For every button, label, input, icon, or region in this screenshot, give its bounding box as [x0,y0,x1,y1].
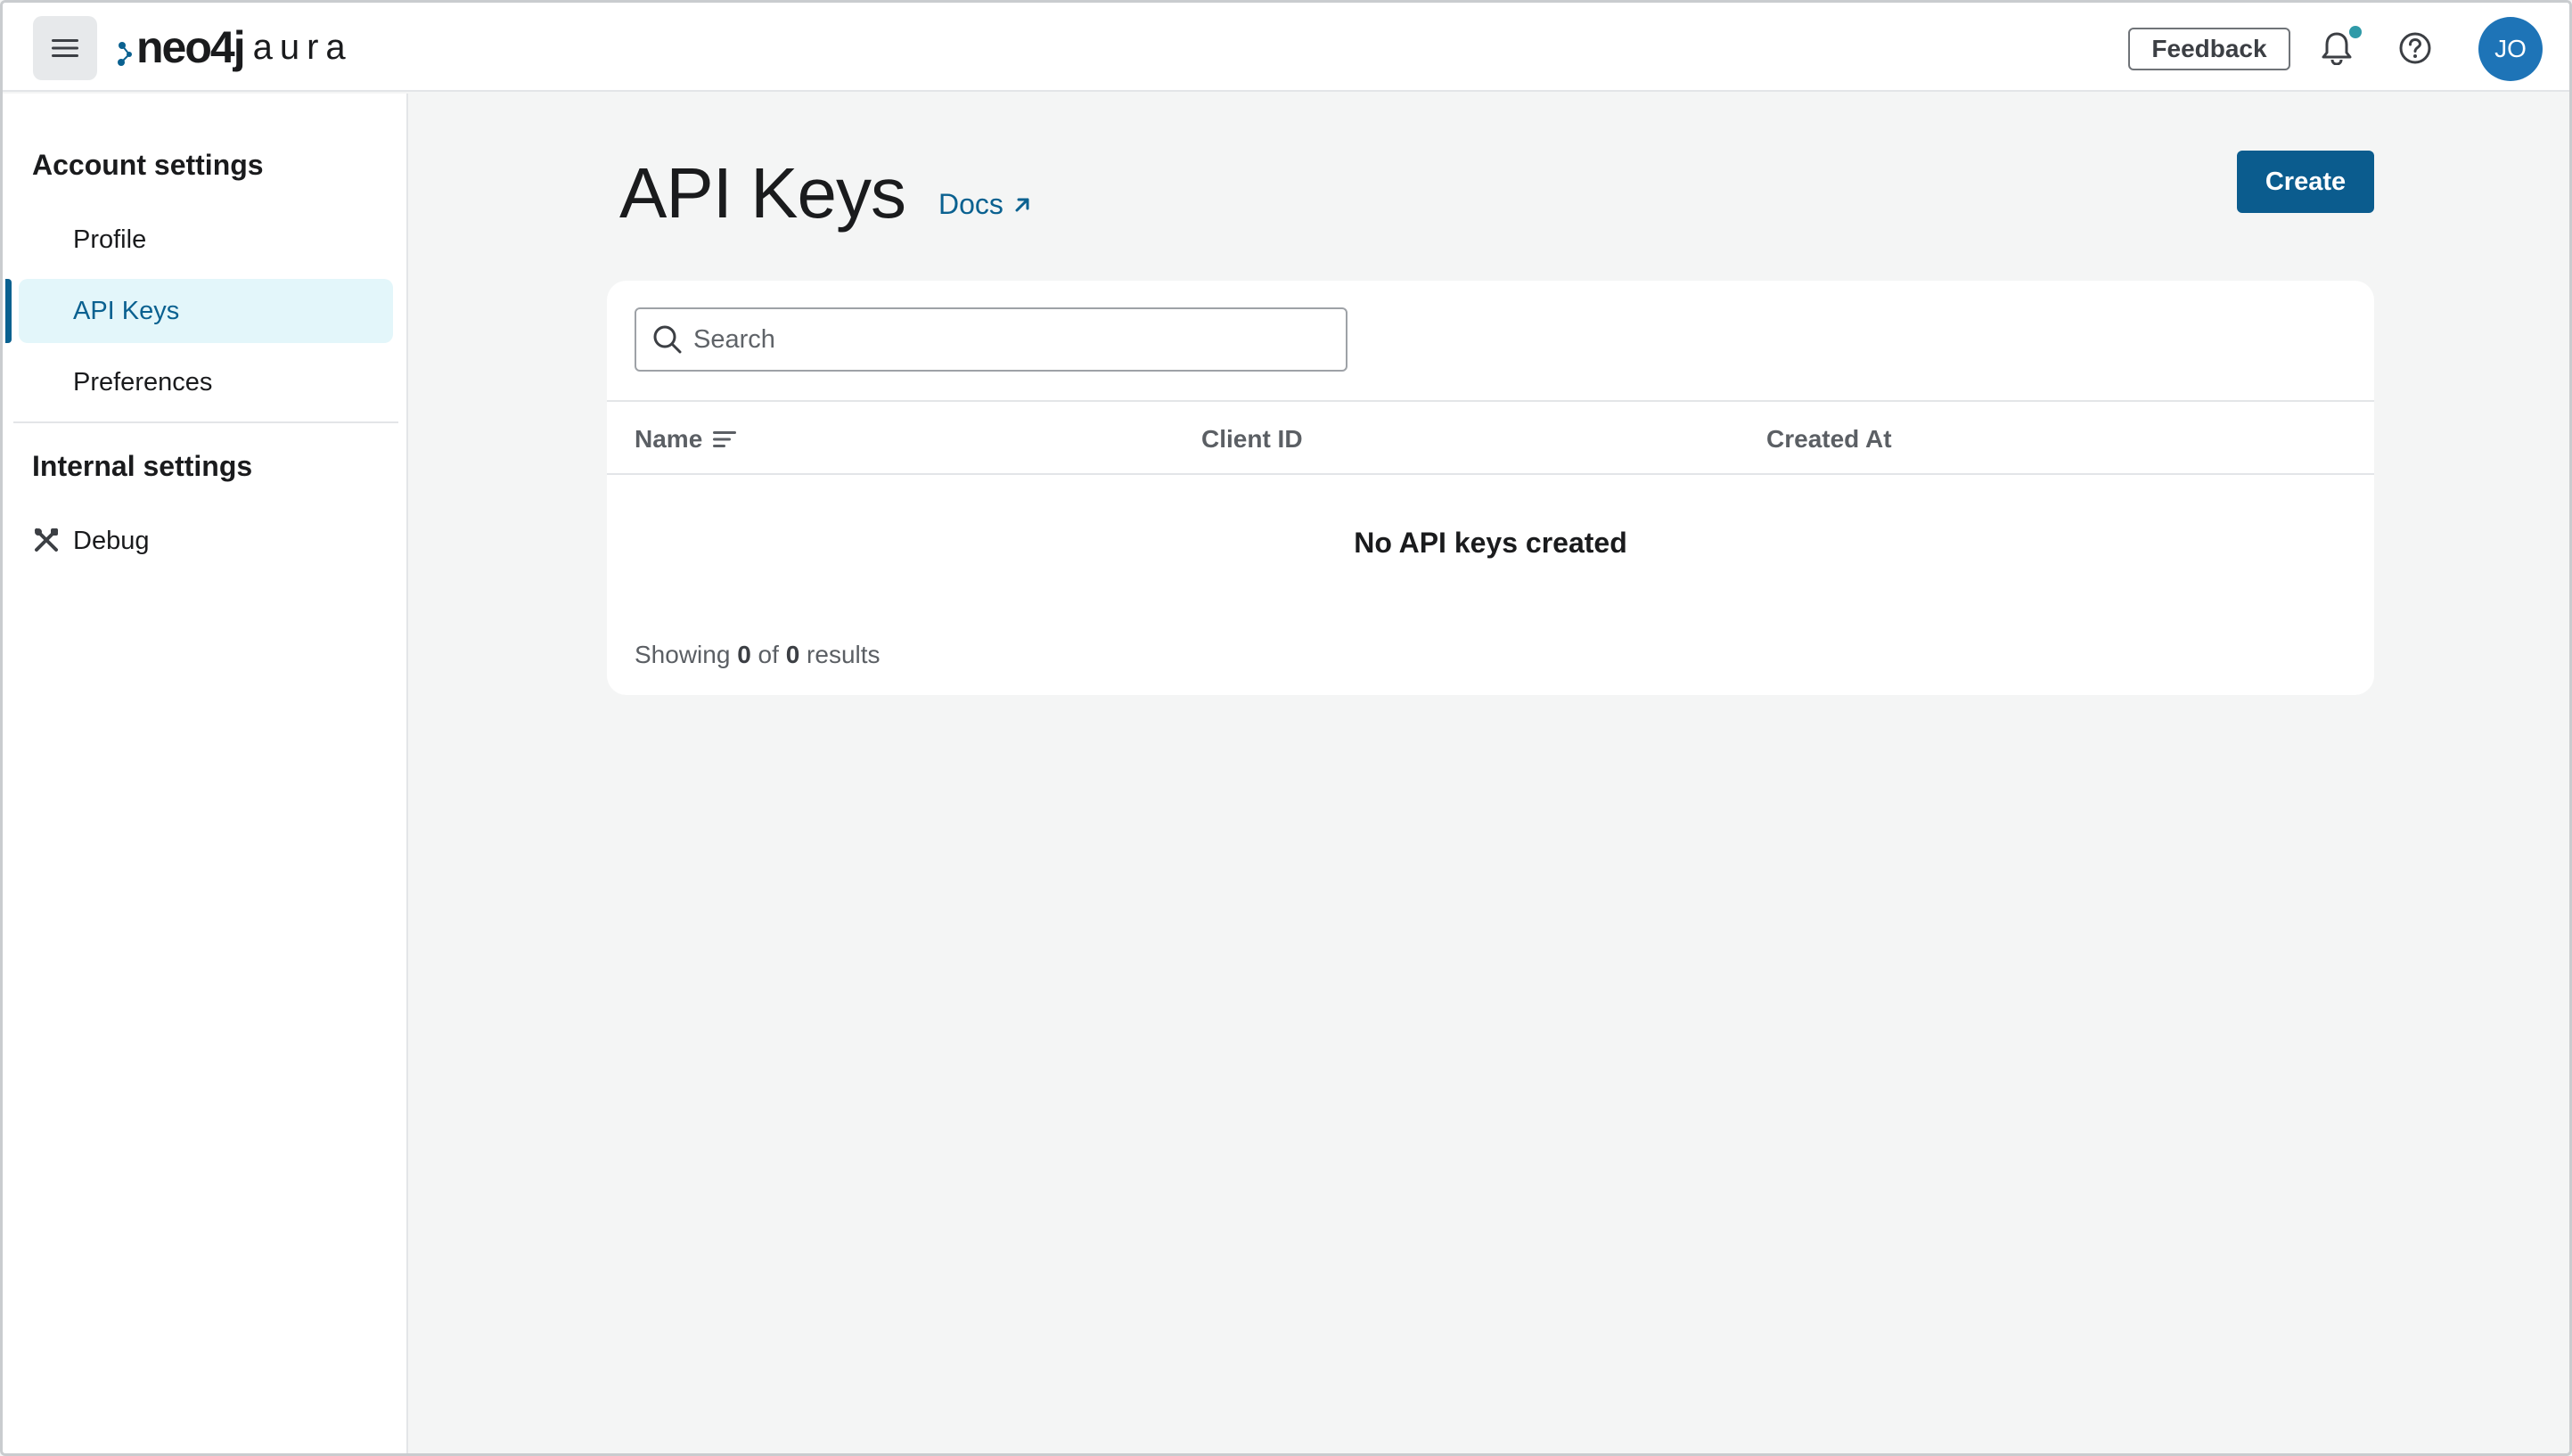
menu-button[interactable] [33,16,97,80]
sidebar-item-label: Debug [73,526,150,555]
column-header-created-at: Created At [1766,425,1892,454]
column-header-client-id: Client ID [1201,425,1303,454]
help-button[interactable] [2390,23,2440,73]
results-suffix: results [807,641,881,668]
docs-link-label: Docs [938,188,1003,220]
table-header: Name Client ID Created At [607,400,2374,475]
feedback-button[interactable]: Feedback [2128,28,2290,70]
external-link-icon [1015,198,1029,211]
bell-icon [2322,32,2352,65]
page-title: API Keys [619,153,906,233]
results-prefix: Showing [635,641,731,668]
sidebar-item-api-keys[interactable]: API Keys [19,279,393,343]
logo-text: neo4j [136,22,246,72]
top-bar: neo4j aura Feedback JO [3,3,2569,92]
sort-icon[interactable] [713,429,738,449]
neo4j-aura-logo[interactable]: neo4j aura [117,22,353,72]
internal-settings-heading: Internal settings [32,450,253,482]
sidebar: Account settings Profile API Keys Prefer… [3,94,408,1453]
empty-state-message: No API keys created [1354,527,1627,559]
column-header-label: Client ID [1201,425,1303,453]
search-input[interactable] [693,324,1317,355]
tools-icon [35,528,58,552]
api-keys-table-card: Name Client ID Created At No API keys cr… [607,281,2374,695]
sidebar-item-preferences[interactable]: Preferences [19,350,393,414]
user-avatar[interactable]: JO [2478,17,2543,81]
sidebar-item-label: Preferences [73,367,213,397]
create-button[interactable]: Create [2237,151,2374,213]
results-summary: Showing 0 of 0 results [635,641,881,669]
docs-link[interactable]: Docs [938,188,1032,221]
column-header-name[interactable]: Name [635,425,738,454]
help-icon [2399,32,2431,64]
app-window: neo4j aura Feedback JO Account settings … [0,0,2572,1456]
logo-graph-icon [118,42,132,66]
column-header-label: Name [635,425,703,453]
account-settings-heading: Account settings [32,149,264,181]
sidebar-item-profile[interactable]: Profile [19,208,393,272]
active-indicator [5,279,12,343]
logo-subtext: aura [252,27,353,67]
sidebar-item-label: Profile [73,225,147,254]
sidebar-item-debug[interactable]: Debug [19,509,393,573]
results-total-count: 0 [785,641,800,668]
results-shown-count: 0 [737,641,751,668]
column-header-label: Created At [1766,425,1892,453]
hamburger-icon [52,39,78,57]
notification-dot [2349,26,2362,38]
search-field[interactable] [635,307,1347,372]
search-icon [653,325,682,354]
results-middle: of [758,641,779,668]
sidebar-divider [13,421,398,423]
sidebar-item-label: API Keys [73,296,180,325]
